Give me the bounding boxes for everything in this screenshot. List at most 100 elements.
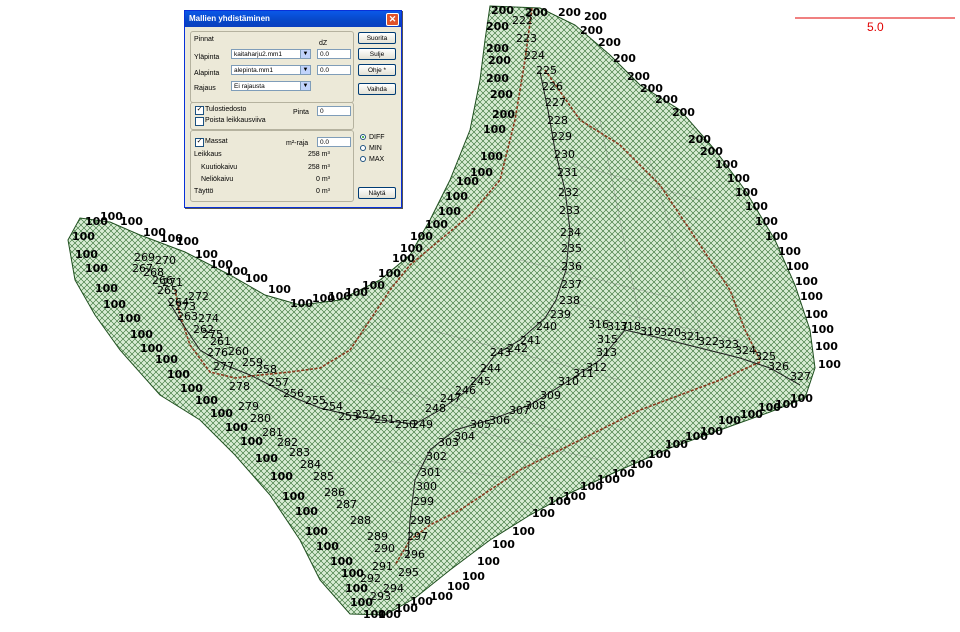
boundary-label: 100 — [305, 525, 328, 538]
station-label: 274 — [198, 312, 219, 325]
boundary-label: 100 — [316, 540, 339, 553]
station-label: 292 — [360, 572, 381, 585]
station-label: 296 — [404, 548, 425, 561]
station-label: 299 — [413, 495, 434, 508]
boundary-label: 200 — [486, 20, 509, 33]
station-label: 248 — [425, 402, 446, 415]
station-label: 225 — [536, 64, 557, 77]
boundary-label: 100 — [778, 245, 801, 258]
boundary-label: 100 — [240, 435, 263, 448]
boundary-label: 100 — [85, 215, 108, 228]
boundary-select[interactable]: Ei rajausta ▼ — [231, 81, 311, 91]
result-file-label: Tulostiedosto — [205, 106, 247, 113]
masses-label: Massat — [205, 138, 228, 145]
square-cut-value: 0 m³ — [316, 176, 330, 183]
station-label: 255 — [305, 394, 326, 407]
boundary-label: 100 — [755, 215, 778, 228]
max-radio[interactable] — [360, 156, 366, 162]
close-button[interactable]: Sulje — [358, 48, 396, 60]
station-label: 302 — [426, 450, 447, 463]
station-label: 260 — [228, 345, 249, 358]
result-file-checkbox[interactable]: ✓ — [195, 106, 204, 115]
boundary-label: 100 — [75, 248, 98, 261]
chevron-down-icon[interactable]: ▼ — [300, 50, 310, 58]
m2-limit-input[interactable]: 0.0 — [317, 137, 351, 147]
top-dz-input[interactable]: 0.0 — [317, 49, 351, 59]
boundary-label: 100 — [715, 158, 738, 171]
min-label: MIN — [369, 145, 382, 152]
help-button[interactable]: Ohje * — [358, 64, 396, 76]
station-label: 229 — [551, 130, 572, 143]
remove-section-label: Poista leikkausviiva — [205, 117, 266, 124]
boundary-label: 100 — [295, 505, 318, 518]
boundary-label: 100 — [85, 262, 108, 275]
top-surface-select[interactable]: kaitaharju2.mm1 ▼ — [231, 49, 311, 59]
boundary-label: 200 — [488, 54, 511, 67]
boundary-label: 100 — [765, 230, 788, 243]
bottom-surface-select[interactable]: alepinta.mm1 ▼ — [231, 65, 311, 75]
boundary-label: 100 — [718, 414, 741, 427]
cubic-cut-value: 258 m³ — [308, 164, 330, 171]
boundary-label: 100 — [120, 215, 143, 228]
boundary-label: 200 — [655, 93, 678, 106]
station-label: 326 — [768, 360, 789, 373]
boundary-label: 100 — [103, 298, 126, 311]
cut-label: Leikkaus — [194, 151, 222, 158]
boundary-label: 100 — [312, 292, 335, 305]
chevron-down-icon[interactable]: ▼ — [300, 66, 310, 74]
surface-number-input[interactable]: 0 — [317, 106, 351, 116]
station-label: 235 — [561, 242, 582, 255]
boundary-label: 100 — [805, 308, 828, 321]
boundary-label: 100 — [462, 570, 485, 583]
station-label: 304 — [454, 430, 475, 443]
station-label: 320 — [660, 326, 681, 339]
bottom-dz-input[interactable]: 0.0 — [317, 65, 351, 75]
boundary-label: 200 — [700, 145, 723, 158]
station-label: 290 — [374, 542, 395, 555]
boundary-label: 100 — [532, 507, 555, 520]
station-label: 315 — [597, 333, 618, 346]
station-label: 224 — [524, 49, 545, 62]
terrain-model-view[interactable]: 5.0 200 200 200 200200200200200200200200200… — [0, 0, 960, 632]
boundary-label: 100 — [245, 272, 268, 285]
station-label: 278 — [229, 380, 250, 393]
m2-limit-label: m²-raja — [286, 140, 309, 147]
boundary-label: 100 — [735, 186, 758, 199]
boundary-label: 100 — [483, 123, 506, 136]
station-label: 237 — [561, 278, 582, 291]
boundary-label: 200 — [584, 10, 607, 23]
cubic-cut-label: Kuutiokaivu — [201, 164, 238, 171]
merge-models-dialog: Mallien yhdistäminen ✕ Pinnat dZ Yläpint… — [184, 10, 402, 208]
boundary-label: 100 — [210, 407, 233, 420]
boundary-label: 100 — [818, 358, 841, 371]
station-label: 236 — [561, 260, 582, 273]
masses-checkbox[interactable]: ✓ — [195, 138, 204, 147]
boundary-label: 100 — [790, 392, 813, 405]
station-label: 250 — [395, 418, 416, 431]
station-label: 233 — [559, 204, 580, 217]
station-label: 297 — [407, 530, 428, 543]
station-label: 280 — [250, 412, 271, 425]
boundary-label: 100 — [282, 490, 305, 503]
dialog-titlebar: Mallien yhdistäminen ✕ — [185, 11, 401, 27]
boundary-label: 200 — [558, 6, 581, 19]
min-radio[interactable] — [360, 145, 366, 151]
boundary-label: 100 — [167, 368, 190, 381]
station-label: 223 — [516, 32, 537, 45]
station-label: 327 — [790, 370, 811, 383]
show-button[interactable]: Näytä — [358, 187, 396, 199]
boundary-label: 100 — [72, 230, 95, 243]
remove-section-checkbox[interactable] — [195, 117, 204, 126]
run-button[interactable]: Suorita — [358, 32, 396, 44]
diff-radio[interactable] — [360, 134, 366, 140]
close-icon[interactable]: ✕ — [386, 13, 399, 26]
boundary-label: 100 — [143, 226, 166, 239]
station-label: 322 — [698, 335, 719, 348]
station-label: 228 — [547, 114, 568, 127]
station-label: 277 — [213, 360, 234, 373]
station-label: 295 — [398, 566, 419, 579]
scale-label: 5.0 — [867, 20, 884, 34]
swap-button[interactable]: Vaihda — [358, 83, 396, 95]
chevron-down-icon[interactable]: ▼ — [300, 82, 310, 90]
boundary-label: 100 — [477, 555, 500, 568]
